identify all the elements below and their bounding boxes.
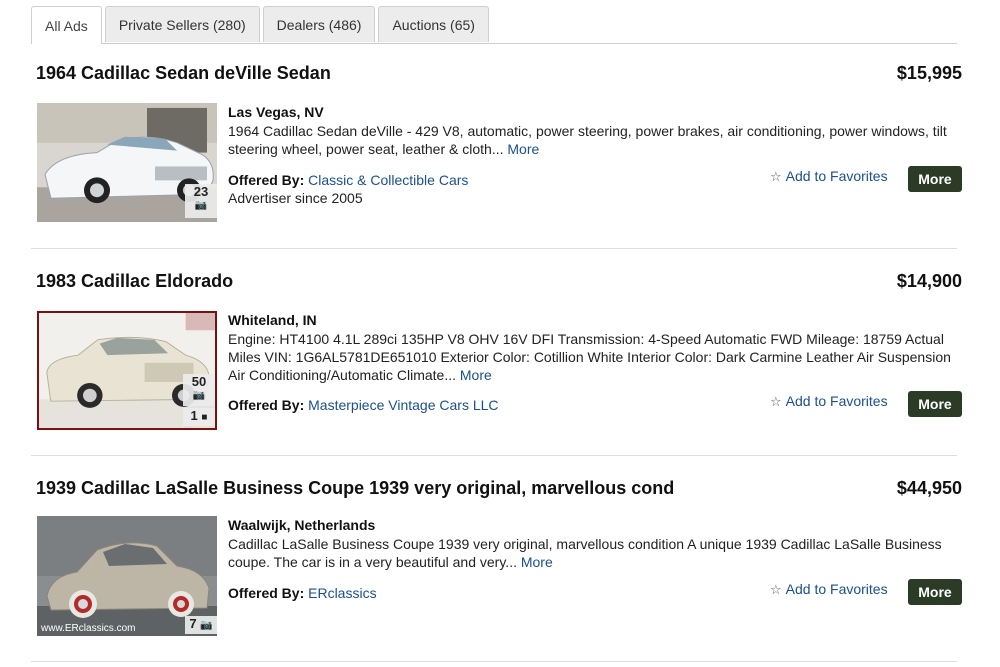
listing-description: Cadillac LaSalle Business Coupe 1939 ver… <box>228 536 942 570</box>
listing-location: Las Vegas, NV <box>228 104 324 120</box>
tab-all-ads[interactable]: All Ads <box>31 6 102 44</box>
listing-price: $15,995 <box>896 63 962 83</box>
listing-description: 1964 Cadillac Sedan deVille - 429 V8, au… <box>228 123 947 157</box>
listing-photo[interactable]: www.ERclassics.com 7 📷 <box>37 516 217 636</box>
listing-photo[interactable]: 23 📷 <box>37 103 217 222</box>
listing-title[interactable]: 1964 Cadillac Sedan deVille Sedan <box>36 63 331 84</box>
listing-tabs: All Ads Private Sellers (280) Dealers (4… <box>31 6 957 44</box>
tab-private-sellers[interactable]: Private Sellers (280) <box>104 6 260 42</box>
listing-title[interactable]: 1983 Cadillac Eldorado <box>36 271 233 292</box>
listing-location: Waalwijk, Netherlands <box>228 517 376 533</box>
listing-description: Engine: HT4100 4.1L 289ci 135HP V8 OHV 1… <box>228 331 951 383</box>
add-to-favorites-link[interactable]: ☆ Add to Favorites <box>770 168 888 185</box>
camera-icon: 📷 <box>194 200 208 211</box>
tab-auctions[interactable]: Auctions (65) <box>378 6 489 42</box>
photo-count: 7 <box>189 616 197 631</box>
video-icon: ■ <box>201 412 208 423</box>
more-button[interactable]: More <box>908 166 962 192</box>
more-link[interactable]: More <box>460 367 492 383</box>
listing-photo[interactable]: 50 📷 1 ■ <box>37 311 217 430</box>
photo-count-badge: 50 📷 <box>183 374 215 406</box>
listing-price: $14,900 <box>896 271 962 291</box>
add-to-favorites-link[interactable]: ☆ Add to Favorites <box>770 581 888 598</box>
listing-divider <box>31 248 957 249</box>
listing-location: Whiteland, IN <box>228 312 317 328</box>
photo-count: 50 <box>191 374 207 389</box>
photo-count-badge: 7 📷 <box>185 616 217 634</box>
listing-divider <box>31 661 957 662</box>
listing-1964-cadillac-sedan-deville: 1964 Cadillac Sedan deVille Sedan $15,99… <box>31 63 962 253</box>
listing-seller: Offered By: Masterpiece Vintage Cars LLC <box>228 397 499 413</box>
tab-dealers[interactable]: Dealers (486) <box>262 6 376 42</box>
advertiser-since: Advertiser since 2005 <box>228 190 363 206</box>
listing-title[interactable]: 1939 Cadillac LaSalle Business Coupe 193… <box>36 478 674 499</box>
listing-seller: Offered By: ERclassics <box>228 585 377 601</box>
camera-icon: 📷 <box>200 620 213 631</box>
watermark: www.ERclassics.com <box>40 623 135 634</box>
star-icon: ☆ <box>770 582 782 597</box>
seller-link[interactable]: Classic & Collectible Cars <box>308 172 468 188</box>
listing-seller: Offered By: Classic & Collectible Cars <box>228 172 469 188</box>
seller-link[interactable]: ERclassics <box>308 585 376 601</box>
more-link[interactable]: More <box>521 554 553 570</box>
star-icon: ☆ <box>770 394 782 409</box>
more-button[interactable]: More <box>908 579 962 605</box>
video-count-badge: 1 ■ <box>183 408 215 426</box>
star-icon: ☆ <box>770 169 782 184</box>
photo-count: 23 <box>193 184 209 199</box>
listing-1983-cadillac-eldorado: 1983 Cadillac Eldorado $14,900 50 📷 1 ■ … <box>31 271 962 461</box>
seller-link[interactable]: Masterpiece Vintage Cars LLC <box>308 397 498 413</box>
more-link[interactable]: More <box>507 141 539 157</box>
listing-divider <box>31 455 957 456</box>
photo-count-badge: 23 📷 <box>185 184 217 218</box>
camera-icon: 📷 <box>192 390 206 401</box>
more-button[interactable]: More <box>908 391 962 417</box>
listing-price: $44,950 <box>896 478 962 498</box>
listing-1939-cadillac-lasalle: 1939 Cadillac LaSalle Business Coupe 193… <box>31 478 962 667</box>
add-to-favorites-link[interactable]: ☆ Add to Favorites <box>770 393 888 410</box>
video-count: 1 <box>190 408 198 423</box>
